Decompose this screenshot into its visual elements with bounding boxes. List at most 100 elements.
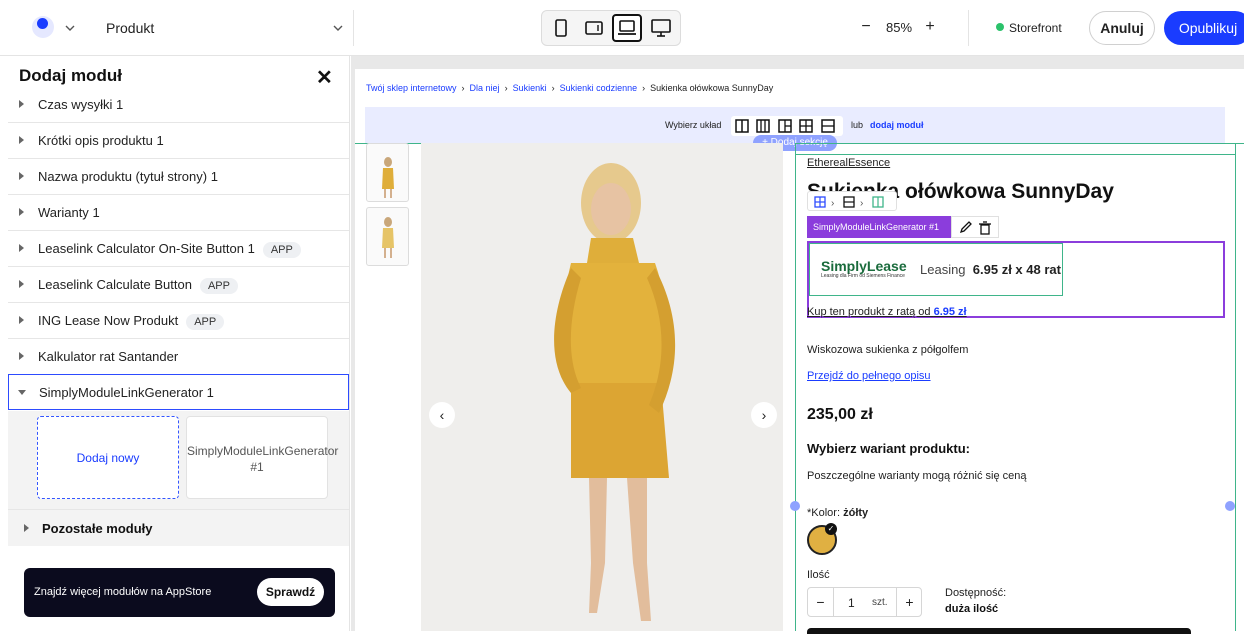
section-icon[interactable] [814,196,826,208]
chevron-left-icon[interactable]: ‹ [429,402,455,428]
quantity-unit: szt. [872,597,888,608]
laptop-icon[interactable] [612,14,642,42]
layout-2col-icon[interactable] [735,119,749,133]
quantity-increase-button[interactable]: + [896,588,922,616]
module-item[interactable]: Kalkulator rat Santander [8,339,349,375]
desktop-icon[interactable] [646,14,676,42]
quantity-stepper: − 1 szt. + [807,587,922,617]
module-label: Kalkulator rat Santander [38,349,179,364]
caret-right-icon [19,316,24,324]
caret-right-icon [19,244,24,252]
module-label: Nazwa produktu (tytuł strony) 1 [38,169,218,184]
other-modules-toggle[interactable]: Pozostałe moduły [8,509,349,546]
layout-or: lub [851,120,864,130]
tablet-icon[interactable] [579,14,609,42]
layout-label: Wybierz układ [665,120,722,130]
product-info-column: EtherealEssence Sukienka ołówkowa SunnyD… [795,143,1236,634]
quantity-label: Ilość [807,569,830,581]
quantity-value[interactable]: 1 [848,596,855,610]
leasing-info: Leasing 6.95 zł x 48 rat [920,262,1061,277]
product-select-label: Produkt [106,20,155,36]
zoom-in-button[interactable]: + [922,16,938,38]
chevron-down-icon[interactable] [64,22,76,34]
caret-right-icon [19,280,24,288]
product-thumbnail[interactable] [366,143,409,202]
installment-link[interactable]: Kup ten produkt z ratą od 6.95 zł [807,306,967,318]
module-item[interactable]: ING Lease Now Produkt APP [8,303,349,339]
resize-handle-icon[interactable] [1225,501,1235,511]
resize-handle-icon[interactable] [790,501,800,511]
breadcrumb-link[interactable]: Sukienki codzienne [560,83,638,93]
caret-right-icon [19,172,24,180]
cancel-button[interactable]: Anuluj [1089,11,1155,45]
module-item[interactable]: Nazwa produktu (tytuł strony) 1 [8,159,349,195]
module-label: Leaselink Calculator On-Site Button 1 APP [38,241,301,258]
caret-right-icon [19,352,24,360]
close-icon[interactable]: ✕ [316,65,333,90]
simplylease-tagline: Leasing dla Firm od Siemens Finance [821,273,905,279]
module-item-expanded[interactable]: SimplyModuleLinkGenerator 1 [8,374,349,410]
color-label: *Kolor: żółty [807,507,869,519]
module-instance-card[interactable]: SimplyModuleLinkGenerator #1 [186,416,338,499]
appstore-text: Znajdź więcej modułów na AppStore [34,586,212,598]
layout-grid-icon[interactable] [799,119,813,133]
breadcrumb-link[interactable]: Sukienki [513,83,547,93]
module-tools [951,216,999,238]
product-select[interactable]: Produkt [96,10,354,46]
caret-right-icon [19,208,24,216]
add-to-cart-button[interactable] [807,628,1191,634]
module-item[interactable]: Warianty 1 [8,195,349,231]
layout-3col-icon[interactable] [756,119,770,133]
appstore-check-button[interactable]: Sprawdź [257,578,324,606]
breadcrumb-link[interactable]: Dla niej [470,83,500,93]
breadcrumb-link[interactable]: Twój sklep internetowy [366,83,457,93]
simplylease-widget[interactable]: SimplyLease Leasing dla Firm od Siemens … [809,243,1063,296]
dress-model-image [554,163,676,621]
divider [968,10,969,46]
brand-link[interactable]: EtherealEssence [807,157,890,169]
module-item[interactable]: Krótki opis produktu 1 [8,123,349,159]
appstore-banner: Znajdź więcej modułów na AppStore Sprawd… [24,568,335,617]
quantity-decrease-button[interactable]: − [808,588,834,616]
module-instances-panel: Dodaj nowy SimplyModuleLinkGenerator #1 [8,411,349,509]
column-icon[interactable] [872,196,884,208]
module-item[interactable]: Czas wysyłki 1 [8,89,349,123]
breadcrumb: Twój sklep internetowy › Dla niej › Sukienki… [366,83,774,93]
breadcrumb-current: Sukienka ołówkowa SunnyDay [650,83,774,93]
edit-icon[interactable] [959,221,972,234]
module-label: Krótki opis produktu 1 [38,133,164,148]
module-label: Leaselink Calculate Button APP [38,277,238,294]
module-item[interactable]: Leaselink Calculator On-Site Button 1 APP [8,231,349,267]
layout-mixed-icon[interactable] [778,119,792,133]
zoom-out-button[interactable]: − [858,16,874,38]
add-module-link[interactable]: dodaj moduł [870,120,924,130]
row-icon[interactable] [843,196,855,208]
zoom-value: 85% [886,20,913,35]
module-label: SimplyModuleLinkGenerator 1 [39,385,214,400]
full-description-link[interactable]: Przejdź do pełnego opisu [807,370,931,382]
app-badge: APP [186,314,225,330]
top-toolbar: Produkt − 85% + Storefront Anuluj Opubli… [0,0,1244,56]
svg-text:›: › [860,198,863,209]
mobile-icon[interactable] [546,14,576,42]
svg-text:›: › [831,198,834,209]
publish-button[interactable]: Opublikuj [1164,11,1244,45]
layout-rows-icon[interactable] [821,119,835,133]
status-dot [996,23,1004,31]
add-new-instance-button[interactable]: Dodaj nowy [37,416,179,499]
product-thumbnail[interactable] [366,207,409,266]
chevron-right-icon[interactable]: › [751,402,777,428]
availability-value: duża ilość [945,603,999,615]
other-modules-label: Pozostałe moduły [42,521,153,536]
storefront-label: Storefront [1009,21,1062,35]
module-label: Warianty 1 [38,205,100,220]
trash-icon[interactable] [979,221,991,235]
app-badge: APP [262,242,301,258]
sidebar-title: Dodaj moduł [19,66,122,85]
product-price: 235,00 zł [807,406,873,423]
module-item[interactable]: Leaselink Calculate Button APP [8,267,349,303]
app-logo [32,16,54,38]
module-tag[interactable]: SimplyModuleLinkGenerator #1 [807,216,951,238]
simplylease-logo: SimplyLease [821,258,907,274]
page-preview: Twój sklep internetowy › Dla niej › Sukienki… [355,69,1244,634]
